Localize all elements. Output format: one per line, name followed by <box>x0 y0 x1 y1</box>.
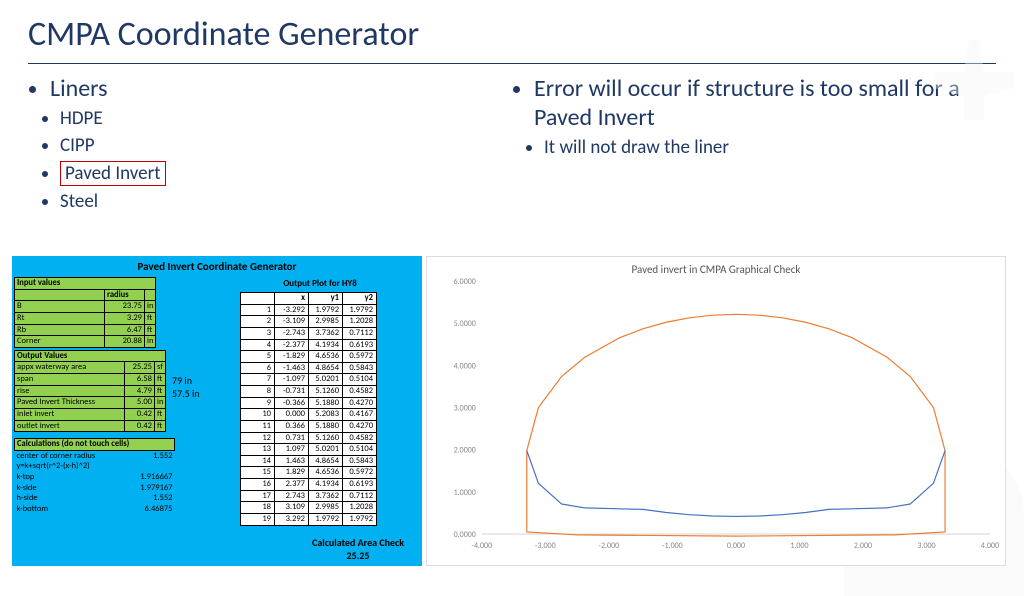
bullet-columns: Liners HDPE CIPP Paved Invert Steel Error w… <box>0 74 1024 217</box>
bullet-error: Error will occur if structure is too sma… <box>534 74 996 132</box>
left-col: Liners HDPE CIPP Paved Invert Steel <box>28 74 512 217</box>
area-check: Calculated Area Check 25.25 <box>312 536 404 562</box>
svg-text:-4.000: -4.000 <box>472 541 493 551</box>
sub-bullet: Paved Invert <box>60 161 512 186</box>
sub-bullet: CIPP <box>60 134 512 157</box>
output-plot-header: Output Plot for HY8 <box>240 278 400 289</box>
output-table: Output Valuesappx waterway area25.25sfsp… <box>14 350 166 432</box>
output-plot-table: xy1y21-3.2921.97921.97922-3.1092.99851.2… <box>240 292 377 526</box>
bullet-liners: Liners <box>50 74 512 103</box>
dims-labels: 79 in 57.5 in <box>172 374 200 400</box>
svg-text:4.0000: 4.0000 <box>454 361 476 371</box>
sheet-title: Paved Invert Coordinate Generator <box>14 258 420 277</box>
svg-text:-2.000: -2.000 <box>599 541 620 551</box>
svg-text:5.0000: 5.0000 <box>454 319 476 329</box>
title-rule <box>28 63 996 64</box>
sub-bullet: HDPE <box>60 107 512 130</box>
svg-text:1.0000: 1.0000 <box>454 488 476 498</box>
right-col: Error will occur if structure is too sma… <box>512 74 996 217</box>
svg-text:4.000: 4.000 <box>981 541 999 551</box>
svg-text:6.0000: 6.0000 <box>454 277 476 287</box>
chart-svg: 0.0000 1.0000 2.0000 3.0000 4.0000 5.0000 6.00… <box>427 257 1005 556</box>
svg-text:0.000: 0.000 <box>727 541 745 551</box>
sub-bullet: It will not draw the liner <box>544 136 996 159</box>
svg-text:3.000: 3.000 <box>917 541 935 551</box>
area-check-label: Calculated Area Check <box>312 536 404 549</box>
svg-text:3.0000: 3.0000 <box>454 403 476 413</box>
svg-text:0.0000: 0.0000 <box>454 530 476 540</box>
dim-rise: 57.5 in <box>172 387 200 400</box>
page-title: CMPA Coordinate Generator <box>0 0 1024 61</box>
highlighted-item: Paved Invert <box>60 161 166 186</box>
spreadsheet: Paved Invert Coordinate Generator Input … <box>12 256 422 566</box>
sub-bullet: Steel <box>60 190 512 213</box>
input-table: Input values radiusB23.75inRt3.29ftRb6.4… <box>14 277 156 348</box>
svg-text:2.0000: 2.0000 <box>454 446 476 456</box>
svg-text:-3.000: -3.000 <box>535 541 556 551</box>
dim-span: 79 in <box>172 374 200 387</box>
chart-panel: Paved invert in CMPA Graphical Check 0.0… <box>426 256 1006 566</box>
svg-text:1.000: 1.000 <box>790 541 808 551</box>
area-check-value: 25.25 <box>312 549 404 562</box>
svg-text:-1.000: -1.000 <box>662 541 683 551</box>
calc-table: Calculations (do not touch cells)center … <box>14 438 175 514</box>
lower-pane: Paved Invert Coordinate Generator Input … <box>12 256 1006 566</box>
svg-text:2.000: 2.000 <box>854 541 872 551</box>
